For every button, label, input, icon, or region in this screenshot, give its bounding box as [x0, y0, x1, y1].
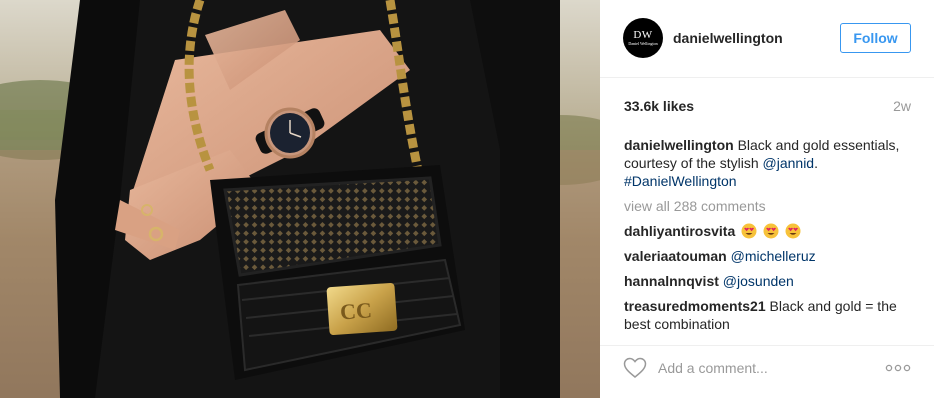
comment-author[interactable]: hannalnnqvist	[624, 273, 719, 289]
more-options-icon[interactable]	[885, 360, 911, 376]
list-item: dahliyantirosvita	[624, 222, 914, 240]
caption: danielwellington Black and gold essentia…	[624, 136, 914, 190]
caption-hashtag[interactable]: #DanielWellington	[624, 173, 737, 189]
comment-author[interactable]: valeriaatouman	[624, 248, 727, 264]
svg-text:CC: CC	[339, 297, 372, 324]
caption-text-end: .	[814, 155, 818, 171]
comment-mention[interactable]: @michelleruz	[731, 248, 816, 264]
post-photo[interactable]: CC	[0, 0, 600, 398]
heart-eyes-emoji-icon	[785, 223, 801, 239]
follow-button[interactable]: Follow	[840, 23, 911, 53]
list-item: treasuredmoments21 Black and gold = the …	[624, 297, 914, 333]
caption-author[interactable]: danielwellington	[624, 137, 734, 153]
list-item: hannalnnqvist @josunden	[624, 272, 914, 290]
likes-count[interactable]: 33.6k likes	[624, 98, 694, 114]
avatar[interactable]: DW Daniel Wellington	[623, 18, 663, 58]
likes-row: 33.6k likes 2w	[600, 90, 934, 124]
post-timestamp[interactable]: 2w	[893, 98, 911, 114]
photo-illustration: CC	[0, 0, 600, 398]
comment-author[interactable]: treasuredmoments21	[624, 298, 766, 314]
heart-eyes-emoji-icon	[741, 223, 757, 239]
list-item: valeriaatouman @michelleruz	[624, 247, 914, 265]
heart-outline-icon[interactable]	[623, 356, 647, 380]
comment-mention[interactable]: @josunden	[723, 273, 794, 289]
avatar-monogram: DW	[633, 29, 653, 41]
add-comment-input[interactable]	[658, 357, 878, 379]
comment-author[interactable]: dahliyantirosvita	[624, 223, 735, 239]
caption-mention[interactable]: @jannid	[763, 155, 815, 171]
add-comment-bar	[600, 345, 934, 398]
author-username[interactable]: danielwellington	[673, 30, 783, 46]
heart-eyes-emoji-icon	[763, 223, 779, 239]
view-all-comments-link[interactable]: view all 288 comments	[624, 197, 914, 215]
post-header: DW Daniel Wellington danielwellington Fo…	[600, 0, 934, 78]
avatar-wordmark: Daniel Wellington	[628, 41, 658, 46]
comments-list: danielwellington Black and gold essentia…	[624, 136, 914, 340]
post-side-panel: DW Daniel Wellington danielwellington Fo…	[600, 0, 934, 398]
